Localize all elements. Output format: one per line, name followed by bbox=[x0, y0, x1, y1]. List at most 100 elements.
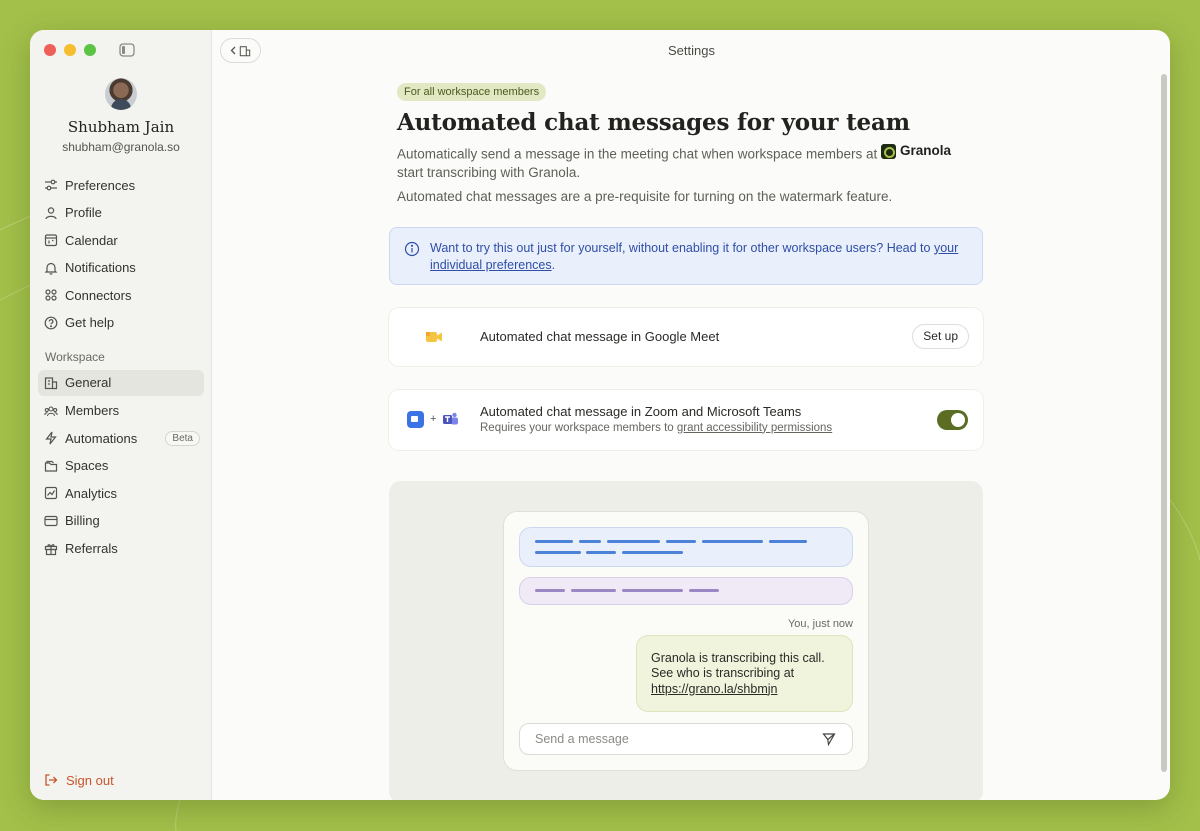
zoom-teams-icons: + bbox=[407, 410, 459, 428]
connectors-icon bbox=[45, 289, 57, 301]
placeholder-message-purple bbox=[519, 576, 853, 605]
sidebar-item-notifications[interactable]: Notifications bbox=[38, 255, 204, 281]
workspace-section-label: Workspace bbox=[45, 349, 105, 364]
sidebar-item-analytics[interactable]: Analytics bbox=[38, 480, 204, 506]
user-name: Shubham Jain bbox=[67, 118, 175, 136]
info-icon bbox=[404, 241, 420, 256]
zoom-teams-subtitle: Requires your workspace members to grant… bbox=[480, 422, 832, 434]
chat-preview: You, just now Granola is transcribing th… bbox=[389, 480, 983, 800]
bell-icon bbox=[44, 262, 58, 275]
info-end: . bbox=[551, 257, 556, 272]
sidebar-item-label: Preferences bbox=[65, 177, 136, 193]
sidebar-item-label: Get help bbox=[65, 315, 115, 331]
sidebar-item-members[interactable]: Members bbox=[38, 398, 204, 424]
setup-button[interactable]: Set up bbox=[912, 323, 969, 349]
text-placeholder-bar bbox=[535, 588, 565, 592]
user-profile: Shubham Jain shubham@granola.so bbox=[30, 78, 212, 154]
zoom-teams-card: + Automated chat message in Zoom and Mic… bbox=[389, 389, 983, 450]
sidebar-item-label: Analytics bbox=[65, 485, 118, 501]
text-placeholder-bar bbox=[571, 588, 616, 592]
message-line: See who is transcribing at bbox=[651, 666, 795, 680]
text-placeholder-bar bbox=[702, 539, 763, 543]
sidebar-item-label: Referrals bbox=[65, 541, 118, 557]
text-placeholder-bar bbox=[769, 539, 807, 543]
sidebar-item-get-help[interactable]: Get help bbox=[38, 310, 204, 336]
plus-sign: + bbox=[430, 413, 437, 425]
sidebar: Shubham Jain shubham@granola.so Preferen… bbox=[30, 30, 212, 800]
workspace-name: Granola bbox=[900, 143, 952, 158]
sidebar-item-profile[interactable]: Profile bbox=[38, 200, 204, 226]
description-text: Automatically send a message in the meet… bbox=[397, 146, 878, 162]
accessibility-permissions-link[interactable]: grant accessibility permissions bbox=[677, 422, 832, 434]
window-title: Settings bbox=[668, 43, 715, 58]
sidebar-item-label: Automations bbox=[65, 430, 138, 446]
card-icon bbox=[44, 515, 58, 527]
building-icon bbox=[44, 377, 58, 390]
sidebar-item-spaces[interactable]: Spaces bbox=[38, 453, 204, 479]
maximize-window-button[interactable] bbox=[84, 44, 96, 56]
transcript-link: https://grano.la/shbmjn bbox=[651, 681, 778, 696]
info-callout: Want to try this out just for yourself, … bbox=[389, 226, 983, 285]
page-title: Automated chat messages for your team bbox=[397, 109, 910, 136]
sidebar-item-referrals[interactable]: Referrals bbox=[38, 536, 204, 562]
zoom-teams-title: Automated chat message in Zoom and Micro… bbox=[480, 403, 802, 419]
send-icon bbox=[822, 732, 836, 746]
sidebar-item-label: Profile bbox=[65, 205, 102, 221]
message-line: Granola is transcribing this call. bbox=[651, 650, 825, 665]
folder-icon bbox=[44, 460, 58, 472]
sidebar-item-automations[interactable]: Automations Beta bbox=[38, 425, 204, 451]
chat-window-illustration: You, just now Granola is transcribing th… bbox=[503, 510, 869, 771]
zoom-teams-toggle[interactable] bbox=[937, 409, 968, 430]
microsoft-teams-icon bbox=[443, 412, 459, 424]
people-icon bbox=[44, 406, 58, 416]
description-text-end: start transcribing with Granola. bbox=[397, 164, 581, 180]
settings-content: For all workspace members Automated chat… bbox=[389, 82, 983, 800]
sidebar-item-label: Spaces bbox=[65, 458, 109, 474]
text-placeholder-bar bbox=[666, 539, 696, 543]
text-placeholder-bar bbox=[622, 588, 683, 592]
placeholder-message-blue bbox=[519, 526, 853, 567]
prerequisite-note: Automated chat messages are a pre-requis… bbox=[397, 188, 893, 204]
input-placeholder: Send a message bbox=[535, 731, 629, 746]
lightning-icon bbox=[45, 431, 57, 445]
google-meet-title: Automated chat message in Google Meet bbox=[480, 328, 720, 344]
sidebar-item-billing[interactable]: Billing bbox=[38, 508, 204, 534]
audience-badge: For all workspace members bbox=[397, 83, 547, 101]
sidebar-item-preferences[interactable]: Preferences bbox=[38, 172, 204, 198]
info-text: Want to try this out just for yourself, … bbox=[430, 240, 962, 274]
granola-logo-icon bbox=[881, 143, 897, 159]
scrollbar[interactable] bbox=[1161, 74, 1167, 772]
sidebar-item-label: Billing bbox=[65, 513, 100, 529]
account-nav: Preferences Profile Calendar Notificatio… bbox=[38, 172, 204, 563]
sidebar-item-connectors[interactable]: Connectors bbox=[38, 282, 204, 308]
message-meta: You, just now bbox=[787, 617, 853, 630]
text-placeholder-bar bbox=[689, 588, 719, 592]
window-controls bbox=[44, 44, 96, 56]
subtitle-text: Requires your workspace members to bbox=[480, 421, 674, 434]
avatar bbox=[105, 78, 137, 110]
granola-message-bubble: Granola is transcribing this call. See w… bbox=[636, 634, 853, 712]
info-message: Want to try this out just for yourself, … bbox=[430, 240, 931, 255]
chat-message-input: Send a message bbox=[519, 722, 853, 755]
sign-out-button[interactable]: Sign out bbox=[44, 770, 114, 790]
sidebar-item-label: General bbox=[65, 375, 112, 391]
user-email: shubham@granola.so bbox=[62, 140, 180, 154]
zoom-icon bbox=[407, 410, 424, 428]
close-window-button[interactable] bbox=[44, 44, 56, 56]
chart-icon bbox=[44, 487, 58, 500]
sidebar-item-label: Members bbox=[65, 403, 120, 419]
help-icon bbox=[44, 316, 58, 330]
person-icon bbox=[45, 206, 57, 219]
sidebar-toggle-icon[interactable] bbox=[119, 43, 135, 57]
workspace-chip: Granola bbox=[881, 142, 951, 160]
sign-out-label: Sign out bbox=[66, 772, 114, 788]
text-placeholder-bar bbox=[535, 550, 581, 554]
gift-icon bbox=[44, 543, 58, 555]
sidebar-item-label: Notifications bbox=[65, 260, 136, 276]
text-placeholder-bar bbox=[607, 539, 660, 543]
sidebar-item-calendar[interactable]: Calendar bbox=[38, 227, 204, 253]
settings-window: Shubham Jain shubham@granola.so Preferen… bbox=[30, 30, 1170, 800]
minimize-window-button[interactable] bbox=[64, 44, 76, 56]
sidebar-item-general[interactable]: General bbox=[38, 369, 204, 396]
text-placeholder-bar bbox=[586, 550, 616, 554]
